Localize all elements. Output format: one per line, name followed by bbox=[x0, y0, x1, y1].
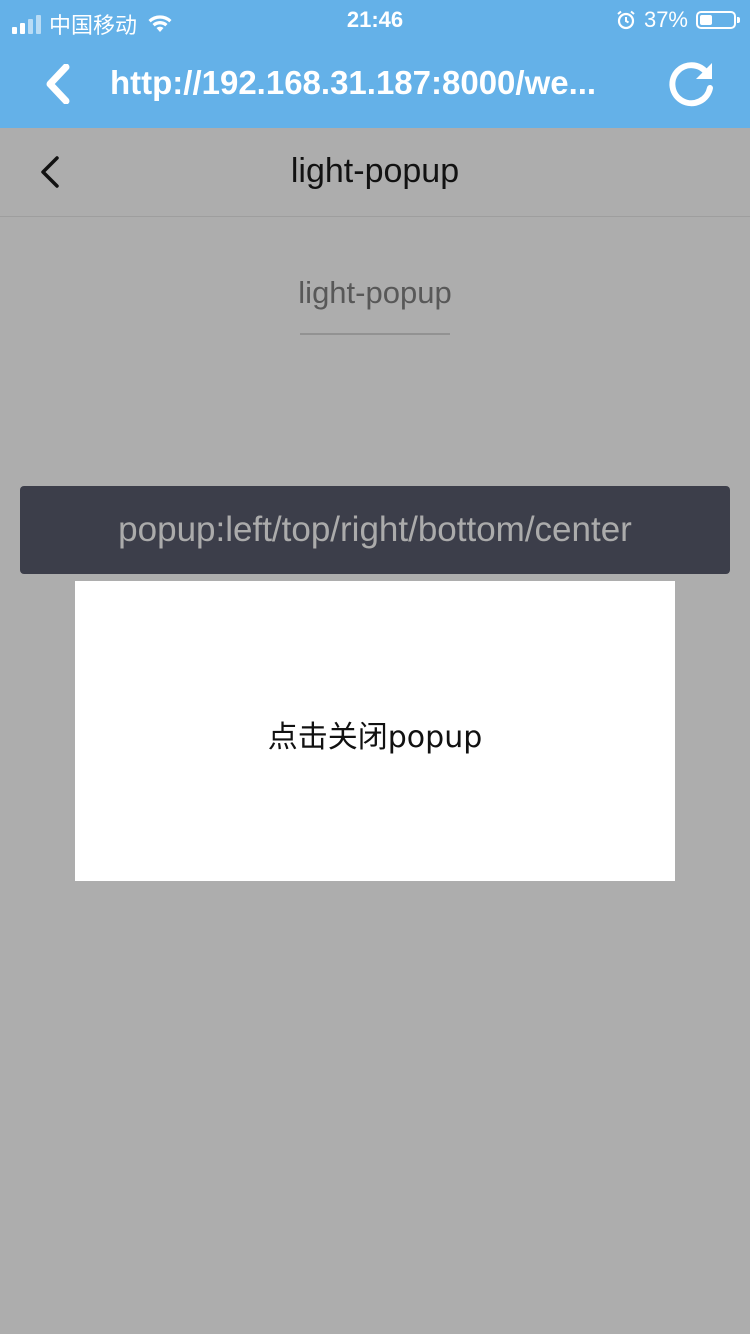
battery-percent: 37% bbox=[643, 7, 688, 32]
close-popup-text[interactable]: 点击关闭popup bbox=[75, 712, 675, 756]
status-bar: 中国移动 21:46 37% bbox=[0, 0, 750, 40]
browser-back-button[interactable] bbox=[34, 60, 82, 108]
refresh-icon bbox=[669, 62, 713, 107]
popup-panel[interactable]: 点击关闭popup bbox=[75, 581, 675, 881]
battery-icon bbox=[696, 11, 740, 29]
url-text[interactable]: http://192.168.31.187:8000/we... bbox=[110, 64, 640, 102]
alarm-icon bbox=[617, 10, 635, 30]
battery-level bbox=[700, 15, 712, 25]
browser-refresh-button[interactable] bbox=[664, 56, 720, 112]
browser-url-bar: http://192.168.31.187:8000/we... bbox=[0, 40, 750, 128]
status-right: 37% bbox=[616, 7, 740, 33]
chevron-left-icon bbox=[46, 64, 70, 104]
